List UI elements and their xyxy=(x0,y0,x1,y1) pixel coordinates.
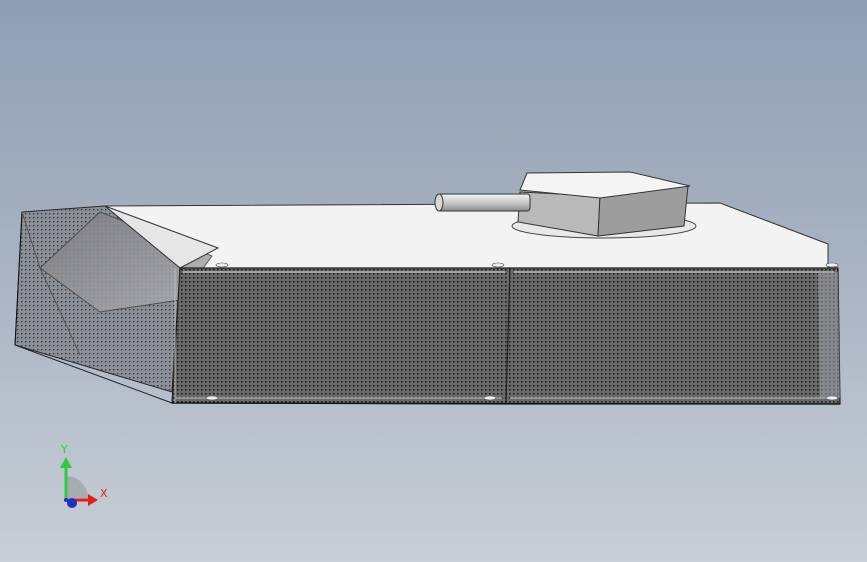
z-axis-dot xyxy=(67,498,77,508)
gun-barrel[interactable] xyxy=(434,193,531,212)
triad-plane-icon xyxy=(66,476,88,498)
x-axis-label: X xyxy=(100,487,108,500)
graphics-viewport[interactable]: Y X xyxy=(0,0,867,562)
y-axis-label: Y xyxy=(61,443,68,456)
model-canvas[interactable] xyxy=(0,0,867,562)
turret[interactable] xyxy=(511,171,697,239)
coordinate-triad xyxy=(60,457,98,508)
hull-top-deck[interactable] xyxy=(103,202,829,269)
